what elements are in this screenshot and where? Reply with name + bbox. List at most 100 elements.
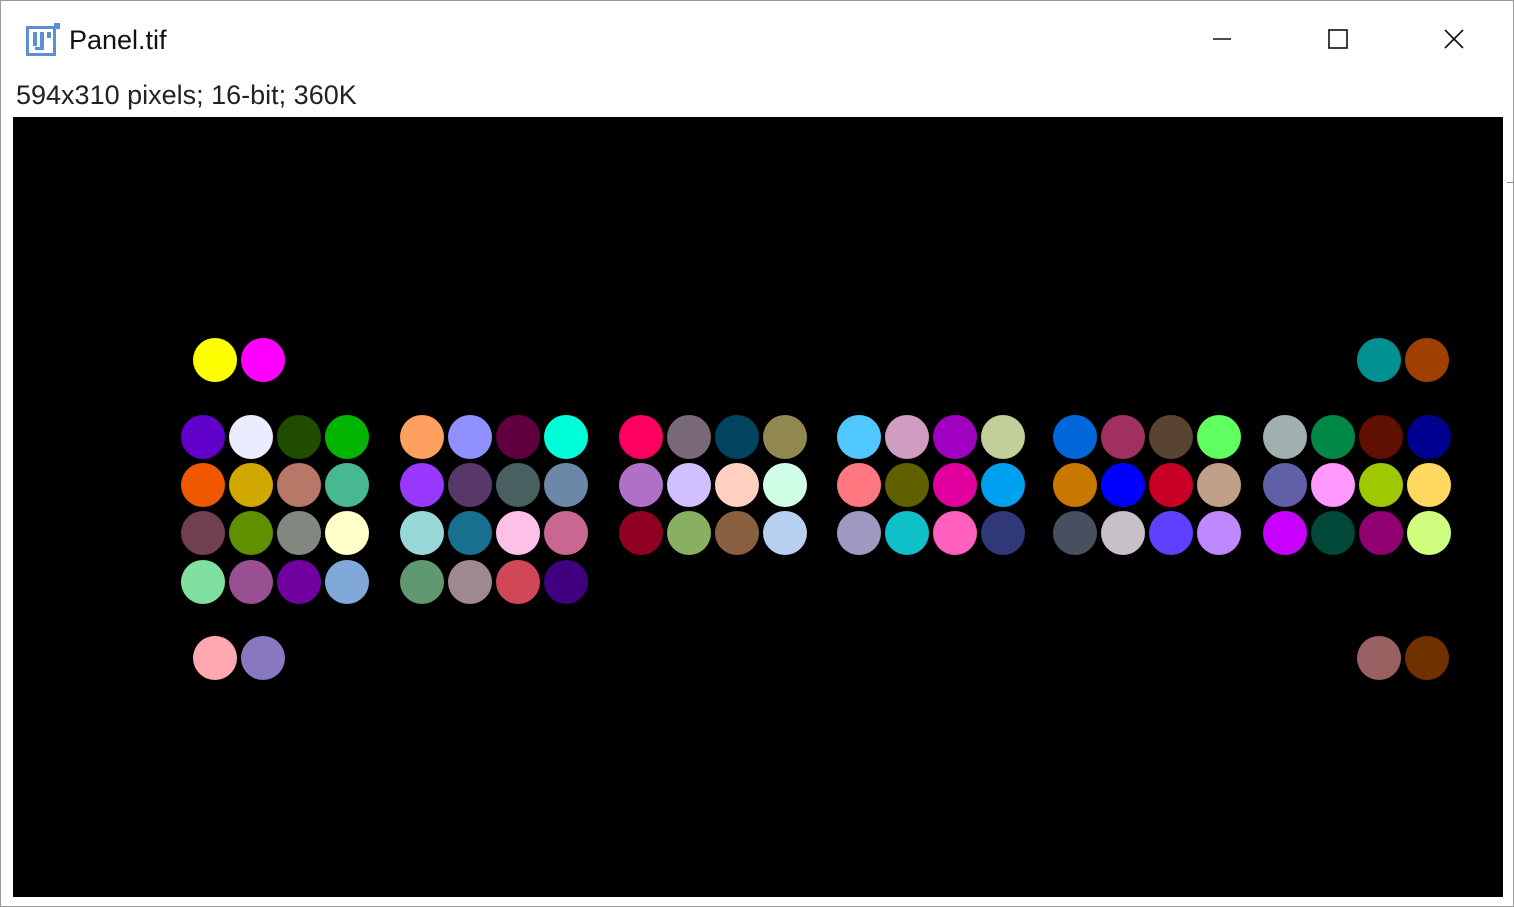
label-dot: [325, 415, 369, 459]
label-dot: [1359, 463, 1403, 507]
label-dot: [277, 463, 321, 507]
label-dot: [544, 415, 588, 459]
label-dot: [1407, 511, 1451, 555]
label-dot: [1101, 511, 1145, 555]
label-dot: [1357, 636, 1401, 680]
label-dot: [763, 511, 807, 555]
label-dot: [544, 463, 588, 507]
label-dot: [1149, 463, 1193, 507]
label-dot: [181, 463, 225, 507]
label-dot: [763, 415, 807, 459]
label-dot: [837, 415, 881, 459]
label-dot: [981, 511, 1025, 555]
label-dot: [181, 415, 225, 459]
label-dot: [1359, 511, 1403, 555]
label-dot: [448, 463, 492, 507]
label-dot: [181, 511, 225, 555]
label-dot: [981, 463, 1025, 507]
label-dot: [448, 511, 492, 555]
label-dot: [193, 338, 237, 382]
label-dot: [400, 415, 444, 459]
label-dot: [325, 463, 369, 507]
minimize-icon: [1213, 38, 1231, 40]
label-dot: [715, 511, 759, 555]
maximize-button[interactable]: [1280, 1, 1396, 77]
label-dot: [1053, 511, 1097, 555]
label-dot: [763, 463, 807, 507]
label-dot: [229, 415, 273, 459]
label-dot: [544, 511, 588, 555]
label-dot: [1407, 415, 1451, 459]
label-dot: [229, 560, 273, 604]
label-dot: [1405, 338, 1449, 382]
label-dot: [496, 560, 540, 604]
label-dot: [544, 560, 588, 604]
label-dot: [1101, 415, 1145, 459]
image-info-text: 594x310 pixels; 16-bit; 360K: [16, 80, 357, 110]
label-dot: [277, 415, 321, 459]
label-dot: [1053, 415, 1097, 459]
label-dot: [1053, 463, 1097, 507]
label-dot: [619, 415, 663, 459]
label-dot: [448, 415, 492, 459]
label-dot: [1357, 338, 1401, 382]
label-dot: [193, 636, 237, 680]
image-window: Panel.tif 594x310 pixels; 16-bit; 360K: [0, 0, 1514, 907]
label-dot: [1263, 463, 1307, 507]
label-dot: [837, 511, 881, 555]
label-dot: [496, 463, 540, 507]
label-dot: [1407, 463, 1451, 507]
label-dot: [1311, 463, 1355, 507]
label-dot: [981, 415, 1025, 459]
label-dot: [241, 636, 285, 680]
label-dot: [619, 463, 663, 507]
label-dot: [229, 463, 273, 507]
label-dot: [885, 463, 929, 507]
label-dot: [1197, 463, 1241, 507]
imagej-icon: [26, 23, 60, 56]
image-canvas[interactable]: [13, 117, 1503, 897]
label-dot: [619, 511, 663, 555]
maximize-icon: [1328, 29, 1348, 49]
label-dot: [325, 560, 369, 604]
label-dot: [933, 463, 977, 507]
label-dot: [885, 415, 929, 459]
label-dot: [400, 511, 444, 555]
label-dot: [1197, 511, 1241, 555]
label-dot: [400, 463, 444, 507]
label-dot: [241, 338, 285, 382]
resize-edge[interactable]: [1507, 182, 1514, 183]
label-dot: [715, 463, 759, 507]
label-dot: [667, 415, 711, 459]
label-dot: [1405, 636, 1449, 680]
label-dot: [837, 463, 881, 507]
minimize-button[interactable]: [1164, 1, 1280, 77]
label-dot: [1311, 415, 1355, 459]
label-dot: [496, 511, 540, 555]
label-dot: [667, 511, 711, 555]
label-dot: [181, 560, 225, 604]
label-dot: [277, 511, 321, 555]
label-dot: [496, 415, 540, 459]
label-dot: [885, 511, 929, 555]
label-dot: [1359, 415, 1403, 459]
label-dot: [448, 560, 492, 604]
label-dot: [1101, 463, 1145, 507]
window-title: Panel.tif: [69, 25, 167, 55]
label-dot: [1149, 415, 1193, 459]
label-dot: [229, 511, 273, 555]
title-bar[interactable]: Panel.tif: [1, 1, 1513, 77]
label-dot: [933, 415, 977, 459]
label-dot: [1149, 511, 1193, 555]
label-dot: [1311, 511, 1355, 555]
label-dot: [667, 463, 711, 507]
label-dot: [933, 511, 977, 555]
label-dot: [1263, 511, 1307, 555]
label-dot: [1197, 415, 1241, 459]
label-dot: [400, 560, 444, 604]
label-dot: [1263, 415, 1307, 459]
label-dot: [715, 415, 759, 459]
label-dot: [325, 511, 369, 555]
label-dot: [277, 560, 321, 604]
close-button[interactable]: [1396, 1, 1512, 77]
